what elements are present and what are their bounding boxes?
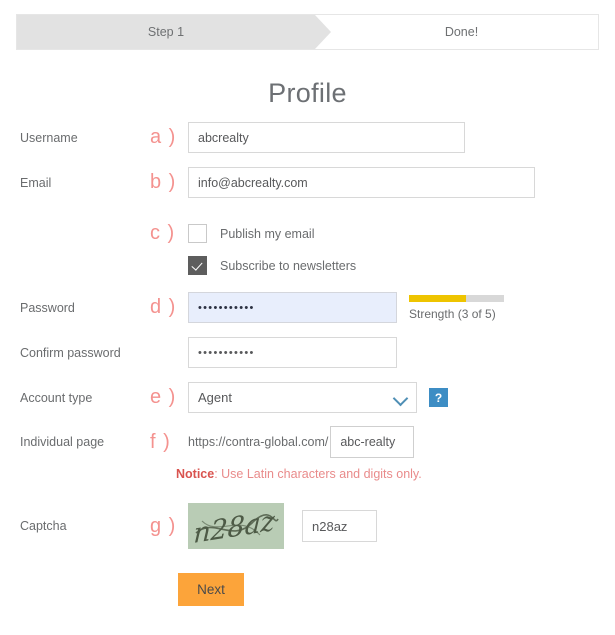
step-progress-bar: Step 1 Done!: [16, 14, 599, 50]
password-label: Password: [20, 300, 75, 315]
form-row-account-type: Account type e ) Agent ?: [0, 382, 615, 413]
individual-page-label: Individual page: [20, 435, 105, 449]
form-row-password: Password d ) Strength (3 of 5): [0, 292, 615, 323]
email-label: Email: [20, 175, 52, 190]
confirm-password-label: Confirm password: [20, 345, 121, 360]
strength-text: Strength (3 of 5): [409, 306, 496, 321]
username-label: Username: [20, 130, 78, 145]
annotation-d: d ): [150, 296, 177, 318]
username-input[interactable]: [188, 122, 465, 153]
step-item-done[interactable]: Done!: [315, 15, 598, 49]
form-row-username: Username a ): [0, 122, 615, 153]
notice-text: : Use Latin characters and digits only.: [214, 467, 422, 481]
individual-page-slug-input[interactable]: [330, 426, 415, 458]
account-type-select[interactable]: Agent: [188, 382, 417, 413]
strength-track: [409, 294, 504, 302]
subscribe-label: Subscribe to newsletters: [220, 258, 357, 273]
annotation-c: c ): [150, 222, 176, 244]
strength-fill: [409, 294, 466, 302]
step-label: Done!: [444, 25, 479, 39]
form-row-email: Email b ): [0, 167, 615, 198]
annotation-g: g ): [150, 514, 177, 537]
password-strength-meter: Strength (3 of 5): [409, 294, 509, 321]
page-title: Profile: [268, 78, 347, 108]
step-label: Step 1: [147, 25, 185, 39]
annotation-a: a ): [150, 126, 177, 148]
notice-message: Notice: Use Latin characters and digits …: [176, 467, 422, 481]
captcha-image: n28az: [188, 503, 284, 549]
notice-prefix: Notice: [176, 467, 215, 481]
annotation-b: b ): [150, 171, 177, 193]
url-prefix-text: https://contra-global.com/: [188, 435, 329, 449]
email-input[interactable]: [188, 167, 535, 198]
step-item-step-1[interactable]: Step 1: [17, 15, 331, 49]
annotation-f: f ): [150, 430, 171, 453]
form-row-subscribe: Subscribe to newsletters: [0, 256, 615, 275]
help-badge-icon[interactable]: ?: [429, 388, 448, 407]
next-button[interactable]: Next: [178, 573, 244, 606]
subscribe-checkbox-row[interactable]: Subscribe to newsletters: [188, 256, 356, 275]
subscribe-checkbox[interactable]: [188, 256, 207, 275]
form-row-confirm-password: Confirm password: [0, 337, 615, 368]
captcha-label: Captcha: [20, 519, 67, 533]
publish-email-label: Publish my email: [220, 226, 315, 241]
annotation-e: e ): [150, 386, 177, 408]
publish-email-checkbox-row[interactable]: Publish my email: [188, 224, 314, 243]
form-row-captcha: Captcha g ) n28az: [0, 503, 615, 549]
captcha-input[interactable]: [302, 510, 377, 542]
account-type-label: Account type: [20, 390, 93, 405]
publish-email-checkbox[interactable]: [188, 224, 207, 243]
password-input[interactable]: [188, 292, 397, 323]
account-type-selected-value[interactable]: Agent: [188, 382, 417, 413]
form-row-publish-email: c ) Publish my email: [0, 222, 615, 245]
form-row-individual-page: Individual page f ) https://contra-globa…: [0, 426, 615, 458]
confirm-password-input[interactable]: [188, 337, 397, 368]
